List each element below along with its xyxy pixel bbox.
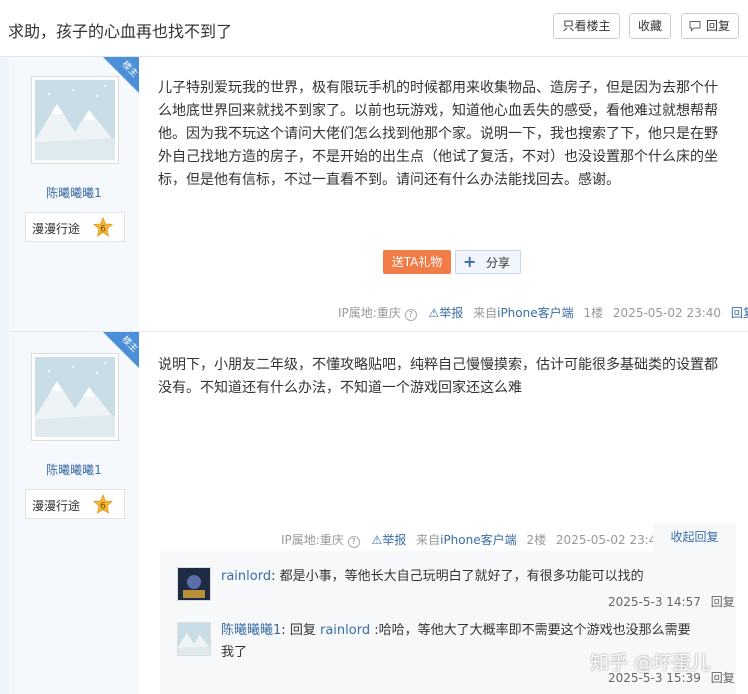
post-text-line: 说明下，小朋友二年级，不懂攻略贴吧，纯粹自己慢慢摸索，估计可能很多基础类的设置都 (158, 357, 718, 373)
sub-reply-reply-link[interactable]: 回复 (711, 595, 735, 609)
reply-thread-label: 回复 (705, 19, 730, 33)
source-prefix: 来自 (473, 306, 498, 320)
sub-reply-content: :哈哈，等他大了大概率即不需要这个游戏也没那么需要 (374, 623, 691, 638)
post2-author-column: 陈曦曦曦1 漫漫行途 6 (9, 332, 139, 694)
sub-reply-text: rainlord: 都是小事，等他长大自己玩明白了就好了，有很多功能可以找的 (221, 566, 726, 588)
page-left-stripe (0, 57, 9, 694)
reply-link[interactable]: 回复 (731, 306, 748, 320)
sub-reply-meta: 2025-5-3 14:57 回复 (608, 593, 735, 610)
watermark: 知乎 @坏蛋儿 (590, 652, 711, 674)
source-prefix: 来自 (416, 533, 441, 547)
client-link[interactable]: iPhone客户端 (440, 533, 517, 547)
report-link[interactable]: 举报 (382, 533, 406, 547)
level-number: 6 (100, 225, 106, 235)
post-text-line: 么地底世界回来就找不到家了。以前也玩游戏，知道他心血丢失的感受，看他难过就想帮帮 (158, 103, 718, 119)
sub-reply-colon: : (281, 623, 286, 638)
sub-reply-user[interactable]: 陈曦曦曦1 (221, 623, 281, 638)
post-time: 2025-05-02 23:42 (555, 533, 665, 547)
post1-content: 儿子特别爱玩我的世界，极有限玩手机的时候都用来收集物品、造房子，但是因为去那个什… (158, 77, 724, 192)
send-gift-button[interactable]: 送TA礼物 (383, 250, 451, 274)
post1-tail: IP属地:重庆 ? ⚠举报 来自iPhone客户端 1楼 2025-05-02 … (338, 304, 748, 321)
post1-author-column: 陈曦曦曦1 漫漫行途 6 (9, 57, 139, 331)
level-title: 漫漫行途 (32, 222, 81, 236)
level-title: 漫漫行途 (32, 499, 81, 513)
plus-icon: + (463, 252, 477, 271)
share-button[interactable]: + 分享 (455, 250, 521, 274)
post-time: 2025-05-02 23:40 (612, 306, 722, 320)
help-icon[interactable]: ? (347, 536, 360, 548)
report-link[interactable]: 举报 (439, 306, 463, 320)
post-text-line: 没有。不知道还有什么办法，不知道一个游戏回家还这么难 (158, 380, 522, 396)
post-author-name[interactable]: 陈曦曦曦1 (9, 184, 139, 201)
share-label: 分享 (486, 256, 511, 270)
warning-icon: ⚠ (371, 533, 383, 547)
user-level[interactable]: 漫漫行途 6 (25, 212, 125, 242)
sub-reply-colon: : (271, 569, 276, 584)
op-corner-badge: 楼主 (103, 57, 139, 93)
only-op-button[interactable]: 只看楼主 (553, 13, 620, 39)
collapse-replies-button[interactable]: 收起回复 (653, 523, 736, 551)
comment-icon (689, 21, 701, 32)
level-number: 6 (100, 502, 106, 512)
level-badge-icon: 6 (93, 494, 113, 514)
floor-number: 1楼 (583, 306, 604, 320)
sub-reply-user[interactable]: rainlord (221, 569, 271, 584)
user-level[interactable]: 漫漫行途 6 (25, 489, 125, 519)
avatar-dark-image (178, 568, 210, 600)
ip-location: IP属地:重庆 (281, 533, 344, 547)
thread-header: 求助，孩子的心血再也找不到了 只看楼主 收藏 回复 (0, 0, 748, 57)
sub-reply-avatar[interactable] (177, 622, 211, 656)
reply-thread-button[interactable]: 回复 (681, 13, 739, 39)
post-author-name[interactable]: 陈曦曦曦1 (9, 461, 139, 478)
avatar-snow-mountain-image (178, 623, 210, 655)
op-corner-badge: 楼主 (103, 332, 139, 368)
favorite-button[interactable]: 收藏 (629, 13, 671, 39)
level-badge-icon: 6 (93, 217, 113, 237)
sub-reply-content: 都是小事，等他长大自己玩明白了就好了，有很多功能可以找的 (279, 569, 644, 584)
post2-content: 说明下，小朋友二年级，不懂攻略贴吧，纯粹自己慢慢摸索，估计可能很多基础类的设置都… (158, 354, 724, 400)
post2-tail: IP属地:重庆 ? ⚠举报 来自iPhone客户端 2楼 2025-05-02 … (281, 531, 664, 548)
sub-reply-target-user[interactable]: rainlord (320, 623, 370, 638)
sub-reply-time: 2025-5-3 14:57 (608, 595, 701, 609)
client-link[interactable]: iPhone客户端 (497, 306, 574, 320)
help-icon[interactable]: ? (404, 309, 417, 321)
ip-location: IP属地:重庆 (338, 306, 401, 320)
avatar-snow-mountain-image (35, 357, 115, 437)
post-text-line: 标，但是他有信标，不过一直看不到。请问还有什么办法能找回去。感谢。 (158, 172, 620, 188)
post-text-line: 他。因为我不玩这个请问大佬们怎么找到他那个家。说明一下，我也搜索了下，他只是在野 (158, 126, 718, 142)
thread-title: 求助，孩子的心血再也找不到了 (8, 22, 233, 41)
sub-reply-avatar[interactable] (177, 567, 211, 601)
sub-reply-reply-word: 回复 (289, 623, 316, 638)
post-text-line: 外自己找地方造的房子，不是开始的出生点（他试了复活，不对）也没设置那个什么床的坐 (158, 149, 718, 165)
sub-reply-reply-link[interactable]: 回复 (711, 671, 735, 685)
floor-number: 2楼 (526, 533, 547, 547)
warning-icon: ⚠ (428, 306, 440, 320)
post-text-line: 儿子特别爱玩我的世界，极有限玩手机的时候都用来收集物品、造房子，但是因为去那个什 (158, 80, 718, 96)
